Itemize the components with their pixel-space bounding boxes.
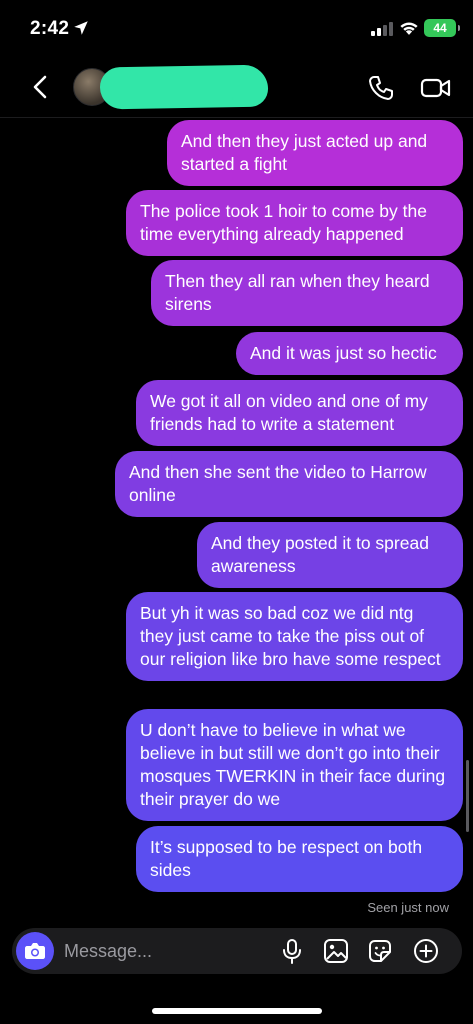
gallery-icon[interactable] <box>322 937 350 965</box>
message-input[interactable] <box>64 928 274 974</box>
message-bubble[interactable]: It’s supposed to be respect on both side… <box>136 826 463 892</box>
back-chevron-icon[interactable] <box>26 72 56 102</box>
message-bubble[interactable]: The police took 1 hoir to come by the ti… <box>126 190 463 256</box>
signal-icon <box>371 22 393 36</box>
message-bubble[interactable]: And then they just acted up and started … <box>167 120 463 186</box>
message-bubble[interactable]: We got it all on video and one of my fri… <box>136 380 463 446</box>
message-bubble[interactable]: And then she sent the video to Harrow on… <box>115 451 463 517</box>
chat-header <box>0 56 473 118</box>
message-composer <box>12 928 462 974</box>
camera-button[interactable] <box>16 932 54 970</box>
scrollbar[interactable] <box>466 760 469 832</box>
redaction-scribble <box>99 64 269 110</box>
message-bubble[interactable]: U don’t have to believe in what we belie… <box>126 709 463 821</box>
sticker-icon[interactable] <box>366 937 394 965</box>
seen-status: Seen just now <box>367 900 449 915</box>
message-bubble[interactable]: And it was just so hectic <box>236 332 463 375</box>
message-bubble[interactable]: And they posted it to spread awareness <box>197 522 463 588</box>
wifi-icon <box>400 22 418 35</box>
message-thread[interactable]: And then they just acted up and started … <box>0 118 473 924</box>
camera-icon <box>25 943 45 959</box>
video-call-icon[interactable] <box>420 73 452 103</box>
battery-indicator: 44 <box>424 19 460 37</box>
status-bar: 2:42 44 <box>0 0 473 56</box>
home-indicator[interactable] <box>152 1008 322 1014</box>
battery-level: 44 <box>433 21 447 35</box>
phone-icon[interactable] <box>366 73 396 103</box>
status-time: 2:42 <box>30 18 70 39</box>
plus-circle-icon[interactable] <box>412 937 440 965</box>
message-bubble[interactable]: But yh it was so bad coz we did ntg they… <box>126 592 463 681</box>
location-arrow-icon <box>74 21 88 35</box>
message-bubble[interactable]: Then they all ran when they heard sirens <box>151 260 463 326</box>
microphone-icon[interactable] <box>278 937 306 965</box>
